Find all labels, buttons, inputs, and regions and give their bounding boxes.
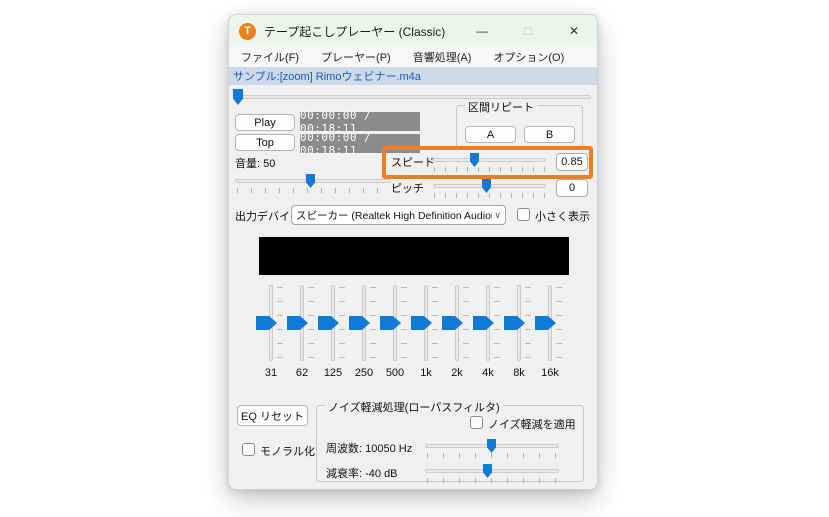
- time-current-total-row1: 00:00:00 / 00:18:11: [300, 112, 420, 131]
- eq-thumb[interactable]: [256, 316, 277, 330]
- noise-attenuation-ticks: [427, 478, 559, 483]
- volume-label: 音量: 50: [235, 155, 275, 171]
- minimize-button[interactable]: —: [459, 15, 505, 47]
- output-device-value: スピーカー (Realtek High Definition Audio(S: [296, 208, 492, 223]
- small-view-checkbox[interactable]: [517, 208, 530, 221]
- noise-frequency-ticks: [427, 453, 559, 458]
- eq-slider-31[interactable]: [256, 285, 286, 361]
- eq-band-label: 62: [287, 367, 317, 379]
- eq-slider-250[interactable]: [349, 285, 379, 361]
- eq-thumb[interactable]: [473, 316, 494, 330]
- window-controls: — □ ✕: [459, 15, 597, 47]
- eq-band-label: 2k: [442, 367, 472, 379]
- noise-attenuation-thumb[interactable]: [483, 464, 492, 478]
- eq-thumb[interactable]: [504, 316, 525, 330]
- eq-ticks: [370, 287, 376, 359]
- eq-slider-125[interactable]: [318, 285, 348, 361]
- eq-thumb[interactable]: [442, 316, 463, 330]
- eq-ticks: [525, 287, 531, 359]
- eq-ticks: [308, 287, 314, 359]
- noise-apply-label: ノイズ軽減を適用: [488, 416, 576, 432]
- noise-frequency-thumb[interactable]: [487, 439, 496, 453]
- eq-thumb[interactable]: [535, 316, 556, 330]
- eq-band-label: 250: [349, 367, 379, 379]
- speed-value[interactable]: 0.85: [556, 153, 588, 171]
- menu-options[interactable]: オプション(O): [493, 49, 564, 65]
- menu-bar: ファイル(F) プレーヤー(P) 音響処理(A) オプション(O): [229, 47, 597, 67]
- noise-reduction-group: ノイズ軽減処理(ローパスフィルタ) ノイズ軽減を適用 周波数: 10050 Hz…: [316, 405, 584, 482]
- eq-thumb[interactable]: [349, 316, 370, 330]
- speed-ticks: [434, 167, 546, 172]
- maximize-button: □: [505, 15, 551, 47]
- section-repeat-title: 区間リピート: [465, 99, 537, 115]
- pitch-thumb[interactable]: [482, 179, 491, 193]
- small-view-label: 小さく表示: [535, 208, 590, 224]
- eq-thumb[interactable]: [411, 316, 432, 330]
- eq-band-label: 1k: [411, 367, 441, 379]
- repeat-a-button[interactable]: A: [465, 126, 516, 143]
- noise-attenuation-label: 減衰率: -40 dB: [326, 465, 398, 481]
- output-device-select[interactable]: スピーカー (Realtek High Definition Audio(S ∨: [291, 205, 506, 225]
- app-icon: T: [239, 23, 256, 40]
- eq-ticks: [339, 287, 345, 359]
- eq-band-label: 31: [256, 367, 286, 379]
- eq-band-label: 500: [380, 367, 410, 379]
- seek-thumb[interactable]: [233, 89, 243, 105]
- eq-slider-4k[interactable]: [473, 285, 503, 361]
- screenshot-stage: T テープ起こしプレーヤー (Classic) — □ ✕ ファイル(F) プレ…: [0, 0, 829, 517]
- speed-thumb[interactable]: [470, 153, 479, 167]
- menu-file[interactable]: ファイル(F): [241, 49, 299, 65]
- eq-thumb[interactable]: [318, 316, 339, 330]
- app-window: T テープ起こしプレーヤー (Classic) — □ ✕ ファイル(F) プレ…: [228, 14, 598, 490]
- volume-thumb[interactable]: [306, 174, 315, 188]
- pitch-value[interactable]: 0: [556, 179, 588, 197]
- noise-reduction-title: ノイズ軽減処理(ローパスフィルタ): [325, 399, 503, 415]
- noise-attenuation-track[interactable]: [425, 469, 559, 473]
- eq-ticks: [463, 287, 469, 359]
- eq-reset-button[interactable]: EQ リセット: [237, 405, 308, 426]
- eq-slider-500[interactable]: [380, 285, 410, 361]
- menu-audio-processing[interactable]: 音響処理(A): [413, 49, 472, 65]
- repeat-b-button[interactable]: B: [524, 126, 575, 143]
- noise-frequency-label: 周波数: 10050 Hz: [326, 440, 412, 456]
- current-file-label: サンプル:[zoom] Rimoウェビナー.m4a: [233, 68, 421, 84]
- eq-band-label: 8k: [504, 367, 534, 379]
- title-bar: T テープ起こしプレーヤー (Classic) — □ ✕: [229, 15, 597, 47]
- eq-band-label: 4k: [473, 367, 503, 379]
- time-display: 00:00:00 / 00:18:11 00:00:00 / 00:18:11: [300, 112, 420, 153]
- eq-band-label: 16k: [535, 367, 565, 379]
- window-title: テープ起こしプレーヤー (Classic): [264, 23, 445, 40]
- eq-ticks: [556, 287, 562, 359]
- chevron-down-icon: ∨: [494, 210, 501, 221]
- seek-track[interactable]: [235, 95, 591, 99]
- speed-track[interactable]: [433, 158, 546, 162]
- section-repeat-group: 区間リピート A B: [456, 105, 583, 149]
- eq-thumb[interactable]: [380, 316, 401, 330]
- file-name-bar: サンプル:[zoom] Rimoウェビナー.m4a: [229, 67, 597, 85]
- eq-band-label: 125: [318, 367, 348, 379]
- play-button[interactable]: Play: [235, 114, 295, 131]
- noise-apply-checkbox[interactable]: [470, 416, 483, 429]
- eq-ticks: [401, 287, 407, 359]
- pitch-label: ピッチ: [391, 180, 424, 196]
- eq-slider-62[interactable]: [287, 285, 317, 361]
- time-current-total-row2: 00:00:00 / 00:18:11: [300, 134, 420, 153]
- eq-ticks: [432, 287, 438, 359]
- eq-slider-1k[interactable]: [411, 285, 441, 361]
- eq-thumb[interactable]: [287, 316, 308, 330]
- menu-player[interactable]: プレーヤー(P): [321, 49, 391, 65]
- close-button[interactable]: ✕: [551, 15, 597, 47]
- volume-ticks: [237, 188, 391, 193]
- mono-label: モノラル化: [260, 443, 315, 459]
- spectrum-display: [259, 237, 569, 275]
- eq-ticks: [277, 287, 283, 359]
- eq-slider-16k[interactable]: [535, 285, 565, 361]
- eq-slider-8k[interactable]: [504, 285, 534, 361]
- top-button[interactable]: Top: [235, 134, 295, 151]
- eq-slider-2k[interactable]: [442, 285, 472, 361]
- speed-label: スピード: [391, 154, 435, 170]
- pitch-ticks: [434, 193, 546, 198]
- mono-checkbox[interactable]: [242, 443, 255, 456]
- eq-ticks: [494, 287, 500, 359]
